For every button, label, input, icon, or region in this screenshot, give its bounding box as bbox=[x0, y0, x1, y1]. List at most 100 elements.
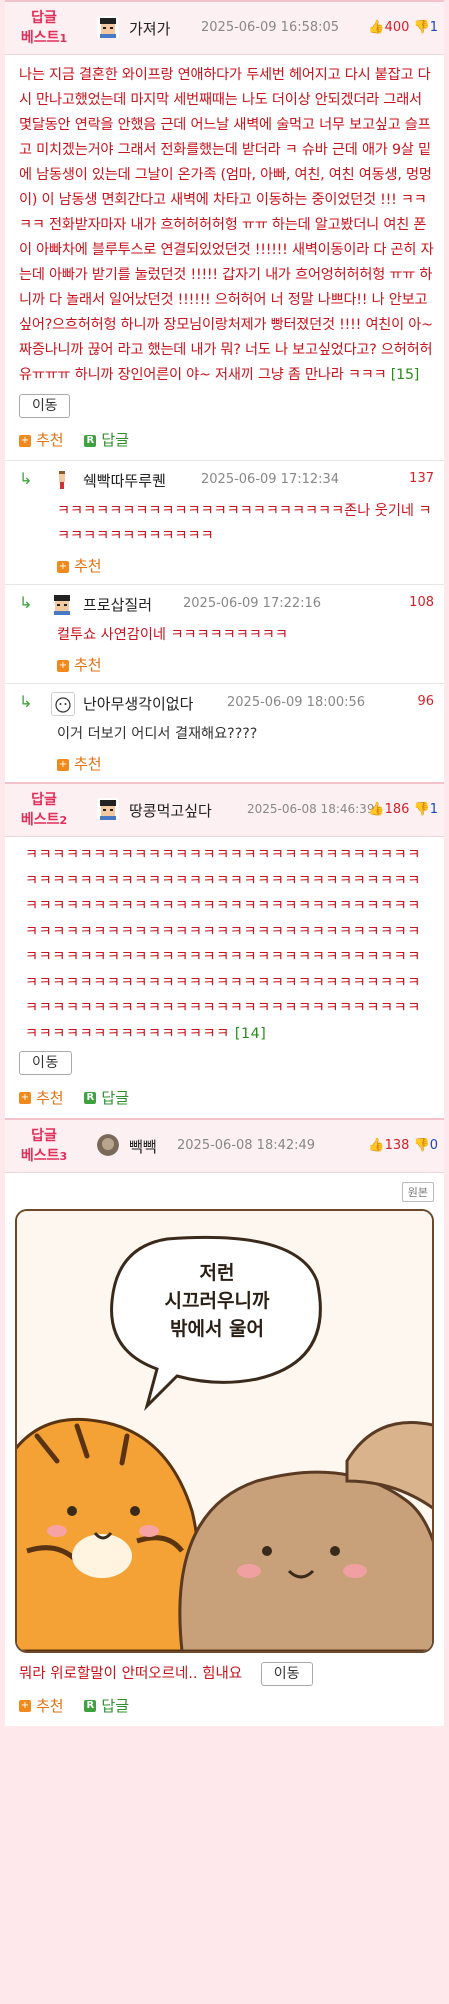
comment-actions: + 추천 R 답글 bbox=[5, 423, 444, 460]
recommend-button[interactable]: + 추천 bbox=[57, 753, 102, 774]
avatar[interactable] bbox=[97, 16, 119, 38]
recommend-label: 추천 bbox=[74, 656, 102, 674]
comment-body: ㅋㅋㅋㅋㅋㅋㅋㅋㅋㅋㅋㅋㅋㅋㅋㅋㅋㅋㅋㅋㅋㅋㅋㅋㅋㅋㅋㅋㅋㅋㅋㅋㅋㅋㅋㅋㅋㅋㅋㅋ… bbox=[5, 837, 444, 1081]
timestamp: 2025-06-09 17:12:34 bbox=[201, 472, 340, 487]
downvote-count: 1 bbox=[429, 20, 438, 35]
avatar[interactable] bbox=[97, 798, 119, 820]
recommend-label: 추천 bbox=[36, 1088, 64, 1107]
thumbs-down-icon[interactable]: 👎 bbox=[414, 802, 430, 817]
reply-button[interactable]: R 답글 bbox=[84, 429, 129, 450]
move-button[interactable]: 이동 bbox=[260, 1661, 313, 1686]
speech-line: 시끄러우니까 bbox=[164, 1289, 270, 1312]
reply-arrow-icon: ↳ bbox=[19, 593, 33, 612]
reply-header: ↳ 쉑빡따뚜루퀜 2025-06-09 17:12:34 137 bbox=[5, 461, 444, 497]
thumbs-up-icon[interactable]: 👍 bbox=[368, 20, 384, 35]
reply-score: 137 bbox=[409, 471, 434, 486]
recommend-label: 추천 bbox=[36, 431, 64, 449]
reply-count[interactable]: [15] bbox=[391, 367, 420, 383]
comment-header: 답글 베스트3 빽빽 2025-06-08 18:42:49 👍138 👎0 bbox=[5, 1119, 444, 1173]
best-rank: 3 bbox=[59, 1149, 68, 1163]
best-comment-2: 답글 베스트2 땅콩먹고싶다 2025-06-08 18:46:39 👍186 … bbox=[5, 782, 444, 1118]
reply-actions: + 추천 bbox=[5, 747, 444, 782]
comment-actions: + 추천 R 답글 bbox=[5, 1689, 444, 1726]
upvote-count: 138 bbox=[384, 1137, 410, 1153]
move-button[interactable]: 이동 bbox=[19, 1051, 72, 1075]
best-label-line2: 베스트 bbox=[20, 812, 60, 828]
reply-actions: + 추천 bbox=[5, 648, 444, 683]
best-label-line1: 답글 bbox=[31, 792, 57, 808]
reply-arrow-icon: ↳ bbox=[19, 469, 33, 488]
downvote-count: 1 bbox=[429, 802, 438, 817]
original-image-button[interactable]: 원본 bbox=[401, 1181, 434, 1202]
downvote-count: 0 bbox=[429, 1137, 438, 1153]
speech-line: 밖에서 울어 bbox=[169, 1317, 264, 1340]
best-label: 답글 베스트1 bbox=[13, 8, 75, 49]
nickname[interactable]: 땅콩먹고싶다 bbox=[129, 800, 212, 821]
reply-item: ↳ 쉑빡따뚜루퀜 2025-06-09 17:12:34 137 ㅋㅋㅋㅋㅋㅋㅋ… bbox=[5, 460, 444, 584]
plus-icon: + bbox=[19, 1092, 31, 1104]
best-label: 답글 베스트2 bbox=[13, 790, 75, 831]
vote-counts: 👍138 👎0 bbox=[368, 1138, 438, 1153]
reply-icon: R bbox=[84, 1700, 97, 1712]
thumbs-down-icon[interactable]: 👎 bbox=[414, 1138, 430, 1153]
recommend-button[interactable]: + 추천 bbox=[19, 1695, 64, 1716]
thumbs-up-icon[interactable]: 👍 bbox=[368, 1138, 384, 1153]
thumbs-up-icon[interactable]: 👍 bbox=[368, 802, 384, 817]
nickname[interactable]: 빽빽 bbox=[129, 1136, 157, 1157]
best-rank: 2 bbox=[59, 814, 68, 827]
thumbs-down-icon[interactable]: 👎 bbox=[414, 20, 430, 35]
recommend-label: 추천 bbox=[36, 1696, 64, 1715]
reply-header: ↳ 프로삽질러 2025-06-09 17:22:16 108 bbox=[5, 585, 444, 621]
recommend-label: 추천 bbox=[74, 755, 102, 773]
attached-image[interactable]: 저런 시끄러우니까 밖에서 울어 bbox=[15, 1208, 434, 1653]
reply-item: ↳ 난아무생각이없다 2025-06-09 18:00:56 96 이거 더보기… bbox=[5, 683, 444, 782]
plus-icon: + bbox=[57, 659, 69, 672]
recommend-button[interactable]: + 추천 bbox=[19, 1087, 64, 1108]
reply-item: ↳ 프로삽질러 2025-06-09 17:22:16 108 컬투쇼 사연감이… bbox=[5, 584, 444, 683]
reply-label: 답글 bbox=[101, 431, 129, 449]
reply-text: 컬투쇼 사연감이네 ㅋㅋㅋㅋㅋㅋㅋㅋㅋ bbox=[57, 627, 288, 643]
reply-label: 답글 bbox=[101, 1088, 129, 1107]
reply-icon: R bbox=[84, 434, 97, 447]
speech-line: 저런 bbox=[199, 1261, 235, 1284]
recommend-button[interactable]: + 추천 bbox=[19, 429, 64, 450]
reply-header: ↳ 난아무생각이없다 2025-06-09 18:00:56 96 bbox=[5, 684, 444, 720]
avatar[interactable] bbox=[97, 1133, 119, 1156]
reply-count[interactable]: [14] bbox=[235, 1026, 267, 1042]
nickname[interactable]: 쉑빡따뚜루퀜 bbox=[83, 470, 166, 491]
plus-icon: + bbox=[19, 434, 31, 447]
reply-button[interactable]: R 답글 bbox=[84, 1087, 129, 1108]
timestamp: 2025-06-08 18:42:49 bbox=[177, 1137, 316, 1153]
reply-button[interactable]: R 답글 bbox=[84, 1695, 129, 1716]
vote-counts: 👍400 👎1 bbox=[368, 20, 438, 35]
avatar[interactable] bbox=[51, 593, 73, 615]
comment-body: 뭐라 위로할말이 안떠오르네.. 힘내요 이동 bbox=[5, 1653, 444, 1689]
recommend-label: 추천 bbox=[74, 557, 102, 575]
upvote-count: 186 bbox=[384, 802, 410, 817]
best-comment-1: 답글 베스트1 가져가 2025-06-09 16:58:05 👍400 👎1 … bbox=[5, 0, 444, 782]
best-label-line1: 답글 bbox=[31, 10, 57, 26]
comment-text: ㅋㅋㅋㅋㅋㅋㅋㅋㅋㅋㅋㅋㅋㅋㅋㅋㅋㅋㅋㅋㅋㅋㅋㅋㅋㅋㅋㅋㅋㅋㅋㅋㅋㅋㅋㅋㅋㅋㅋㅋ… bbox=[25, 847, 421, 1042]
upvote-count: 400 bbox=[384, 20, 410, 35]
recommend-button[interactable]: + 추천 bbox=[57, 555, 102, 576]
comment-header: 답글 베스트1 가져가 2025-06-09 16:58:05 👍400 👎1 bbox=[5, 2, 444, 55]
vote-counts: 👍186 👎1 bbox=[368, 802, 438, 817]
reply-score: 108 bbox=[409, 595, 434, 610]
comment-actions: + 추천 R 답글 bbox=[5, 1081, 444, 1118]
move-button[interactable]: 이동 bbox=[19, 394, 71, 418]
timestamp: 2025-06-09 18:00:56 bbox=[227, 695, 366, 710]
comment-header: 답글 베스트2 땅콩먹고싶다 2025-06-08 18:46:39 👍186 … bbox=[5, 784, 444, 837]
comment-text: 나는 지금 결혼한 와이프랑 연애하다가 두세번 헤어지고 다시 붙잡고 다시 … bbox=[19, 67, 434, 383]
recommend-button[interactable]: + 추천 bbox=[57, 654, 102, 675]
timestamp: 2025-06-09 17:22:16 bbox=[183, 596, 322, 611]
nickname[interactable]: 프로삽질러 bbox=[83, 594, 152, 615]
avatar[interactable] bbox=[51, 469, 73, 491]
best-comments: 답글 베스트1 가져가 2025-06-09 16:58:05 👍400 👎1 … bbox=[5, 0, 444, 1726]
avatar[interactable] bbox=[51, 692, 75, 716]
nickname[interactable]: 가져가 bbox=[129, 18, 170, 39]
plus-icon: + bbox=[57, 560, 69, 573]
nickname[interactable]: 난아무생각이없다 bbox=[83, 693, 193, 714]
plus-icon: + bbox=[57, 758, 69, 771]
best-label-line2: 베스트 bbox=[20, 30, 60, 46]
reply-actions: + 추천 bbox=[5, 549, 444, 584]
